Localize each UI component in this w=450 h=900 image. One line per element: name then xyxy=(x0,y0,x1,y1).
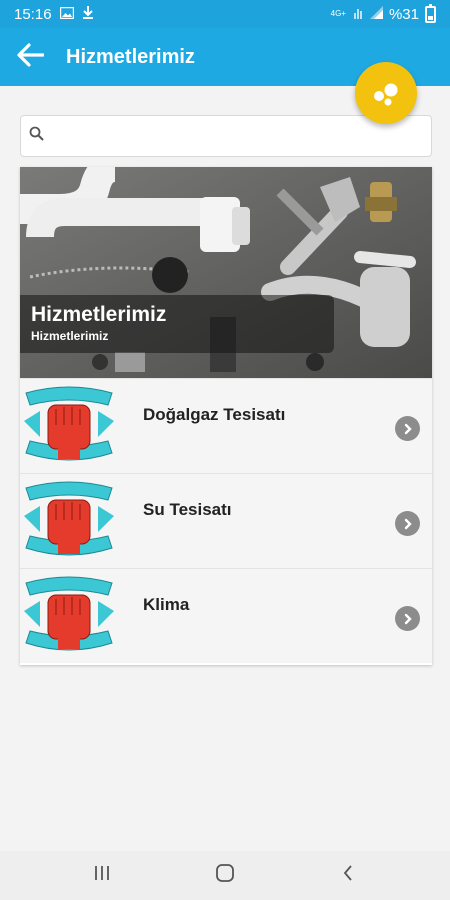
chevron-left-icon xyxy=(342,864,354,887)
service-name: Su Tesisatı xyxy=(143,500,232,519)
chevron-right-icon[interactable] xyxy=(395,416,420,441)
company-logo xyxy=(22,381,116,472)
service-item-klima[interactable]: Klima xyxy=(20,568,432,663)
home-icon xyxy=(215,863,235,888)
search-icon xyxy=(29,126,44,146)
status-bar: 15:16 4G+ %31 xyxy=(0,0,450,28)
signal-strength-icon xyxy=(369,5,383,23)
hero-subtitle: Hizmetlerimiz xyxy=(31,329,109,343)
company-logo xyxy=(22,571,116,662)
battery-percent: %31 xyxy=(388,5,419,23)
company-logo xyxy=(22,476,116,567)
chevron-right-icon[interactable] xyxy=(395,511,420,536)
hero-title: Hizmetlerimiz xyxy=(31,303,167,326)
service-item-su[interactable]: Su Tesisatı xyxy=(20,473,432,568)
back-nav-button[interactable] xyxy=(318,856,378,896)
hero-caption: Hizmetlerimiz Hizmetlerimiz xyxy=(20,295,334,353)
service-name: Klima xyxy=(143,595,190,614)
bubbles-icon xyxy=(355,83,417,128)
service-name: Doğalgaz Tesisatı xyxy=(143,405,286,424)
page-title: Hizmetlerimiz xyxy=(66,45,195,68)
download-notification-icon xyxy=(82,5,94,23)
recent-apps-icon xyxy=(93,865,111,886)
services-card: Hizmetlerimiz Hizmetlerimiz Doğalgaz Tes… xyxy=(20,167,432,665)
battery-icon xyxy=(425,3,436,23)
image-notification-icon xyxy=(59,6,74,23)
chevron-right-icon[interactable] xyxy=(395,606,420,631)
fab-button[interactable] xyxy=(355,62,417,124)
system-nav-bar xyxy=(0,851,450,900)
arrow-left-icon xyxy=(16,42,45,72)
back-button[interactable] xyxy=(0,28,60,86)
hero-banner: Hizmetlerimiz Hizmetlerimiz xyxy=(20,167,432,378)
service-item-dogalgaz[interactable]: Doğalgaz Tesisatı xyxy=(20,378,432,473)
recent-apps-button[interactable] xyxy=(72,856,132,896)
status-time: 15:16 xyxy=(14,5,52,23)
home-button[interactable] xyxy=(195,856,255,896)
wifi-signal-icon xyxy=(352,6,364,23)
network-4g-icon: 4G+ xyxy=(330,9,346,18)
